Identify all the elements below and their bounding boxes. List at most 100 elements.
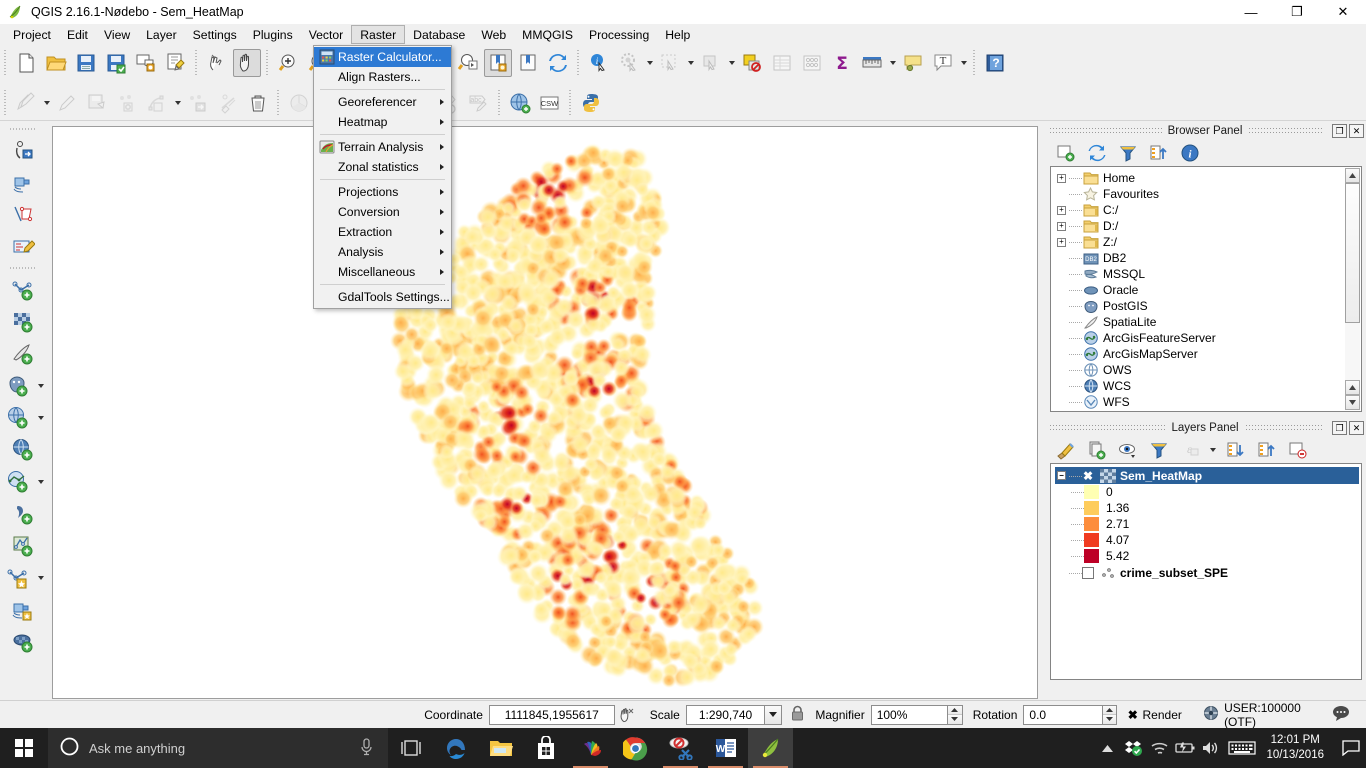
select-by-polygon-icon[interactable] [285,89,313,117]
browser-item-favourites[interactable]: Favourites [1055,186,1361,202]
add-raster-layer-icon[interactable] [6,306,40,338]
edit-attributes-icon[interactable] [6,231,40,263]
task-view-icon[interactable] [388,728,433,768]
browser-item-wcs[interactable]: WCS [1055,378,1361,394]
add-postgis-layer-icon[interactable] [1,370,35,402]
volume-icon[interactable] [1198,728,1224,768]
menu-vector[interactable]: Vector [301,25,352,44]
scroll-up-button-2[interactable] [1345,380,1360,395]
menu-database[interactable]: Database [405,25,473,44]
scroll-down-button[interactable] [1345,395,1360,410]
collapse-all-icon[interactable] [1146,141,1171,165]
save-project-as-icon[interactable] [102,49,130,77]
crs-icon[interactable] [1203,705,1219,724]
filter-icon[interactable] [1115,141,1140,165]
feature-action-dropdown-icon[interactable] [644,49,655,77]
save-project-icon[interactable] [72,49,100,77]
expand-icon[interactable]: + [1057,206,1066,215]
filter-legend-icon[interactable] [1146,438,1171,462]
maximize-button[interactable]: ❐ [1274,0,1320,24]
pan-map-to-selection-icon[interactable] [203,49,231,77]
add-spatialite-layer-icon[interactable] [6,338,40,370]
pan-map-icon[interactable] [233,49,261,77]
menu-item-zonal-statistics[interactable]: Zonal statistics [314,157,451,177]
current-edits-dropdown-icon[interactable] [41,89,52,117]
field-calculator-icon[interactable] [798,49,826,77]
text-annotation-icon[interactable]: T [929,49,957,77]
node-tool-icon[interactable] [214,89,242,117]
menu-item-heatmap[interactable]: Heatmap [314,112,451,132]
browser-item-ows[interactable]: OWS [1055,362,1361,378]
menu-layer[interactable]: Layer [138,25,185,44]
change-label-icon[interactable]: abc [465,89,493,117]
wms-dropdown-icon[interactable] [36,404,47,432]
menu-web[interactable]: Web [473,25,514,44]
manage-visibility-icon[interactable] [1115,438,1140,462]
layers-panel-close-button[interactable]: ✕ [1349,421,1364,435]
browser-tree[interactable]: +HomeFavourites+C:/+D:/+Z:/DB2DB2MSSQLOr… [1050,166,1362,412]
browser-item-z[interactable]: +Z:/ [1055,234,1361,250]
map-tips-icon[interactable] [899,49,927,77]
battery-icon[interactable] [1172,728,1198,768]
show-hidden-icons-icon[interactable] [1094,728,1120,768]
browser-panel-float-button[interactable]: ❐ [1332,124,1347,138]
refresh-icon[interactable] [544,49,572,77]
browser-item-postgis[interactable]: PostGIS [1055,298,1361,314]
zoom-next-icon[interactable] [454,49,482,77]
collapse-all-icon[interactable] [1223,438,1248,462]
rotation-down-icon[interactable] [1103,714,1116,724]
menu-item-georeferencer[interactable]: Georeferencer [314,92,451,112]
deselect-features-icon[interactable] [697,49,725,77]
metasearch-icon[interactable] [506,89,534,117]
digitizing-icon[interactable] [6,199,40,231]
properties-icon[interactable]: i [1177,141,1202,165]
browser-item-spatialite[interactable]: SpatiaLite [1055,314,1361,330]
menu-edit[interactable]: Edit [59,25,96,44]
menu-processing[interactable]: Processing [581,25,657,44]
current-edits-icon[interactable] [12,89,40,117]
open-attribute-table-icon[interactable] [768,49,796,77]
new-print-composer-icon[interactable] [132,49,160,77]
identify-features-icon[interactable]: i [585,49,613,77]
new-layer-dropdown-icon[interactable] [36,564,47,592]
wfs-dropdown-icon[interactable] [36,468,47,496]
browser-item-mssql[interactable]: MSSQL [1055,266,1361,282]
add-mssql-layer-icon[interactable] [6,530,40,562]
new-vector-layer-icon[interactable] [1,562,35,594]
deselect-all-icon[interactable] [738,49,766,77]
qgis-icon[interactable] [748,728,793,768]
keyboard-icon[interactable] [1224,728,1260,768]
windows-start-icon[interactable] [0,728,48,768]
expand-icon[interactable]: + [1057,238,1066,247]
expression-dropdown-icon[interactable] [1207,436,1218,464]
expand-icon[interactable]: + [1057,222,1066,231]
save-layer-edits-icon[interactable] [83,89,111,117]
lock-icon[interactable] [790,705,805,725]
add-group-icon[interactable] [1084,438,1109,462]
expand-all-icon[interactable] [1254,438,1279,462]
edge-icon[interactable] [433,728,478,768]
rotation-up-icon[interactable] [1103,706,1116,715]
menu-item-gdaltools-settings[interactable]: GdalTools Settings... [314,287,451,307]
microphone-icon[interactable] [359,738,374,759]
move-feature-icon[interactable] [184,89,212,117]
magnifier-stepper[interactable] [948,705,962,725]
menu-mmqgis[interactable]: MMQGIS [514,25,581,44]
menu-help[interactable]: Help [657,25,698,44]
show-bookmarks-icon[interactable] [514,49,542,77]
scale-input[interactable]: 1:290,740 [686,705,765,725]
new-bookmark-icon[interactable] [484,49,512,77]
csw-icon[interactable]: CSW [536,89,564,117]
scale-dropdown-icon[interactable] [765,705,781,725]
deselect-dropdown-icon[interactable] [726,49,737,77]
toggle-editing-icon[interactable] [53,89,81,117]
add-wms-layer-icon[interactable] [1,402,35,434]
menu-project[interactable]: Project [5,25,59,44]
layers-tree[interactable]: −✖Sem_HeatMap01.362.714.075.42crime_subs… [1050,463,1362,680]
zoom-in-icon[interactable] [274,49,302,77]
expression-filter-icon[interactable]: ε [1177,438,1202,462]
measure-dropdown-icon[interactable] [887,49,898,77]
new-memory-layer-icon[interactable] [6,626,40,658]
taskbar-clock[interactable]: 12:01 PM 10/13/2016 [1260,733,1336,763]
menu-plugins[interactable]: Plugins [245,25,301,44]
